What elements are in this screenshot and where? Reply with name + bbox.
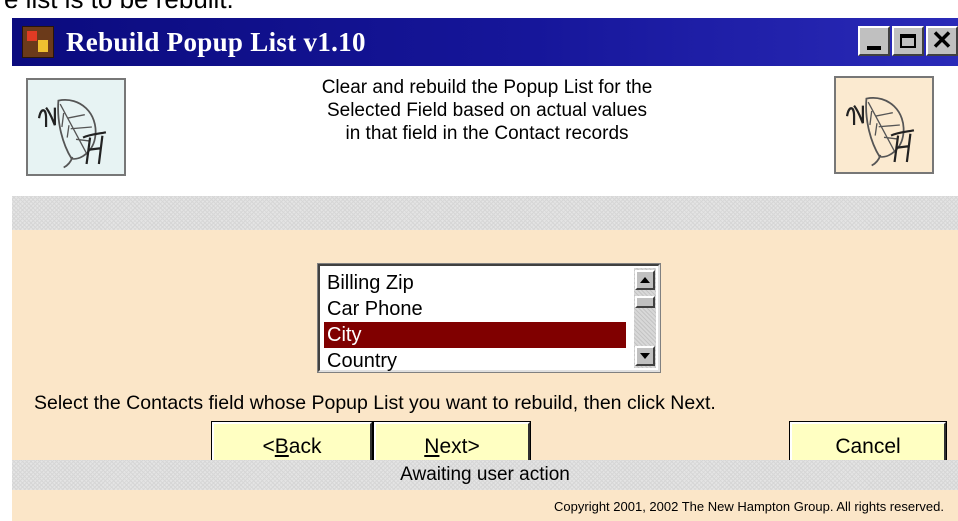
next-button-accel: N <box>424 435 440 458</box>
list-item[interactable]: Country <box>324 348 626 374</box>
nh-leaf-logo-right <box>834 76 934 174</box>
header-description: Clear and rebuild the Popup List for the… <box>321 77 653 144</box>
arrow-down-icon <box>640 353 650 359</box>
title-bar[interactable]: Rebuild Popup List v1.10 ✕ <box>12 18 958 66</box>
maximize-button[interactable] <box>892 26 924 56</box>
arrow-up-icon <box>640 277 650 283</box>
footer: Copyright 2001, 2002 The New Hampton Gro… <box>12 490 958 521</box>
header-panel: Clear and rebuild the Popup List for the… <box>12 66 958 196</box>
maximize-icon <box>900 34 916 48</box>
close-button[interactable]: ✕ <box>926 26 958 56</box>
field-listbox[interactable]: Billing Zip Car Phone City Country <box>317 263 661 374</box>
field-list: Billing Zip Car Phone City Country <box>324 270 626 374</box>
list-item[interactable]: Car Phone <box>324 296 626 322</box>
list-item[interactable]: Billing Zip <box>324 270 626 296</box>
back-button-accel: B <box>274 435 289 458</box>
minimize-button[interactable] <box>858 26 890 56</box>
window-controls: ✕ <box>858 26 958 56</box>
nh-leaf-logo-icon <box>37 99 107 169</box>
scroll-up-button[interactable] <box>635 270 655 290</box>
copyright-text: Copyright 2001, 2002 The New Hampton Gro… <box>554 499 944 514</box>
minimize-icon <box>867 46 881 50</box>
scroll-down-button[interactable] <box>635 346 655 366</box>
window-title: Rebuild Popup List v1.10 <box>66 26 366 57</box>
list-item-selected[interactable]: City <box>324 322 626 348</box>
scroll-thumb[interactable] <box>635 296 655 308</box>
nh-leaf-logo-icon <box>845 97 915 167</box>
back-button-prefix: < <box>262 435 275 458</box>
instruction-text: Select the Contacts field whose Popup Li… <box>34 392 716 414</box>
header-separator <box>12 196 958 230</box>
app-icon[interactable] <box>22 26 54 58</box>
close-icon: ✕ <box>931 25 953 55</box>
back-button-rest: ack <box>288 435 322 458</box>
listbox-scrollbar[interactable] <box>634 268 656 368</box>
next-button-rest: ext> <box>439 435 480 458</box>
status-bar: Awaiting user action <box>12 460 958 490</box>
nh-leaf-logo-left <box>26 78 126 176</box>
main-panel: Billing Zip Car Phone City Country Selec… <box>12 230 958 473</box>
rebuild-popup-list-window: Rebuild Popup List v1.10 ✕ Clear and reb… <box>8 14 958 521</box>
background-caption-text: e list is to be rebuilt. <box>0 0 958 14</box>
